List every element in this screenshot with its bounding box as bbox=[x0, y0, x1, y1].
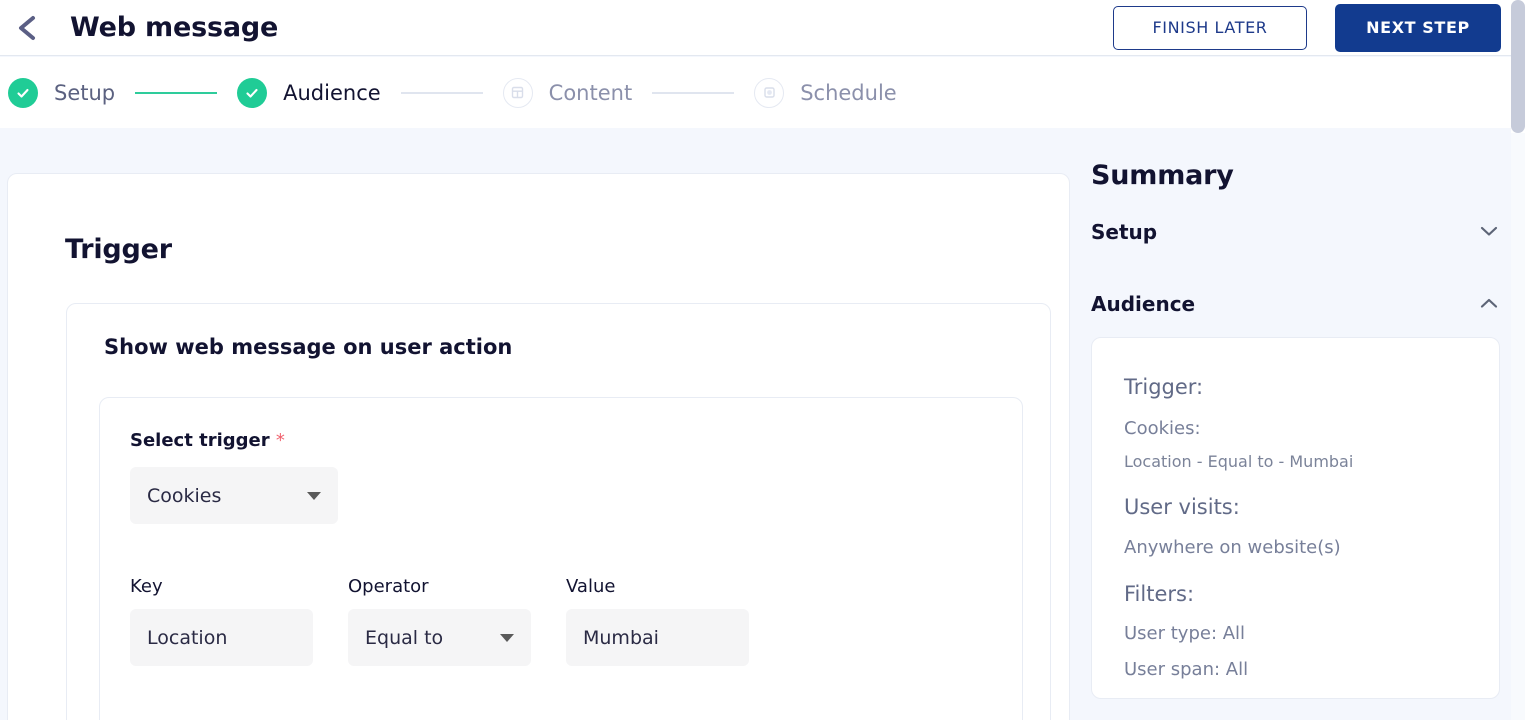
check-icon bbox=[237, 78, 267, 108]
chevron-down-icon bbox=[307, 492, 321, 500]
clock-icon bbox=[754, 78, 784, 108]
summary-trigger-heading: Trigger: bbox=[1124, 376, 1467, 399]
step-audience[interactable]: Audience bbox=[237, 78, 381, 108]
step-connector-2 bbox=[401, 92, 483, 94]
finish-later-button[interactable]: FINISH LATER bbox=[1113, 6, 1307, 50]
step-schedule[interactable]: Schedule bbox=[754, 78, 897, 108]
key-input[interactable]: Location bbox=[130, 609, 313, 666]
step-label-schedule: Schedule bbox=[800, 81, 897, 105]
summary-user-visits-heading: User visits: bbox=[1124, 496, 1467, 519]
operator-label: Operator bbox=[348, 576, 531, 597]
key-label: Key bbox=[130, 576, 313, 597]
select-trigger-label: Select trigger * bbox=[130, 430, 992, 451]
back-button[interactable] bbox=[4, 5, 50, 51]
summary-audience-details: Trigger: Cookies: Location - Equal to - … bbox=[1091, 337, 1500, 699]
value-label: Value bbox=[566, 576, 749, 597]
summary-section-audience[interactable]: Audience bbox=[1091, 292, 1500, 316]
user-action-box: Show web message on user action Select t… bbox=[66, 303, 1051, 720]
step-connector-3 bbox=[652, 92, 734, 94]
condition-row: Key Location Operator Equal to Value M bbox=[130, 576, 992, 666]
step-content[interactable]: Content bbox=[503, 78, 633, 108]
step-setup[interactable]: Setup bbox=[8, 78, 115, 108]
page-title: Web message bbox=[70, 12, 278, 43]
select-trigger-label-text: Select trigger bbox=[130, 430, 270, 451]
condition-operator-group: Operator Equal to bbox=[348, 576, 531, 666]
section-title: Trigger bbox=[65, 234, 1069, 265]
app-header: Web message FINISH LATER NEXT STEP bbox=[0, 0, 1511, 56]
select-trigger-dropdown[interactable]: Cookies bbox=[130, 467, 338, 524]
header-actions: FINISH LATER NEXT STEP bbox=[1113, 4, 1511, 52]
summary-panel: Summary Setup Audience Trigger: Cookies:… bbox=[1091, 160, 1511, 720]
scrollbar-track-lower[interactable] bbox=[1511, 133, 1525, 720]
step-label-audience: Audience bbox=[283, 81, 381, 105]
value-value: Mumbai bbox=[583, 627, 659, 649]
trigger-card: Trigger Show web message on user action … bbox=[7, 173, 1070, 720]
summary-section-audience-label: Audience bbox=[1091, 292, 1195, 316]
summary-trigger-detail: Location - Equal to - Mumbai bbox=[1124, 453, 1467, 471]
trigger-config-box: Select trigger * Cookies Key Location Op… bbox=[99, 397, 1023, 720]
scrollbar-thumb[interactable] bbox=[1511, 0, 1525, 133]
step-connector-1 bbox=[135, 92, 217, 94]
chevron-up-icon[interactable] bbox=[1478, 295, 1500, 314]
user-action-title: Show web message on user action bbox=[104, 335, 1050, 359]
summary-filter-user-span: User span: All bbox=[1124, 660, 1467, 680]
summary-section-setup-label: Setup bbox=[1091, 220, 1157, 244]
required-marker: * bbox=[276, 430, 285, 451]
wizard-stepper: Setup Audience Content Schedu bbox=[0, 57, 1511, 128]
summary-filter-user-type: User type: All bbox=[1124, 624, 1467, 644]
next-step-button[interactable]: NEXT STEP bbox=[1335, 4, 1501, 52]
operator-value: Equal to bbox=[365, 627, 443, 649]
chevron-down-icon bbox=[500, 634, 514, 642]
summary-section-setup[interactable]: Setup bbox=[1091, 220, 1500, 244]
check-icon bbox=[8, 78, 38, 108]
step-label-content: Content bbox=[549, 81, 633, 105]
summary-user-visits-value: Anywhere on website(s) bbox=[1124, 538, 1467, 558]
select-trigger-value: Cookies bbox=[147, 485, 221, 507]
summary-title: Summary bbox=[1091, 160, 1511, 191]
chevron-left-icon bbox=[14, 13, 40, 43]
page-scrollbar[interactable] bbox=[1511, 0, 1525, 720]
operator-dropdown[interactable]: Equal to bbox=[348, 609, 531, 666]
step-label-setup: Setup bbox=[54, 81, 115, 105]
condition-key-group: Key Location bbox=[130, 576, 313, 666]
layout-icon bbox=[503, 78, 533, 108]
summary-trigger-type: Cookies: bbox=[1124, 419, 1467, 439]
summary-filters-heading: Filters: bbox=[1124, 583, 1467, 606]
chevron-down-icon[interactable] bbox=[1478, 223, 1500, 242]
condition-value-group: Value Mumbai bbox=[566, 576, 749, 666]
value-input[interactable]: Mumbai bbox=[566, 609, 749, 666]
key-value: Location bbox=[147, 627, 227, 649]
